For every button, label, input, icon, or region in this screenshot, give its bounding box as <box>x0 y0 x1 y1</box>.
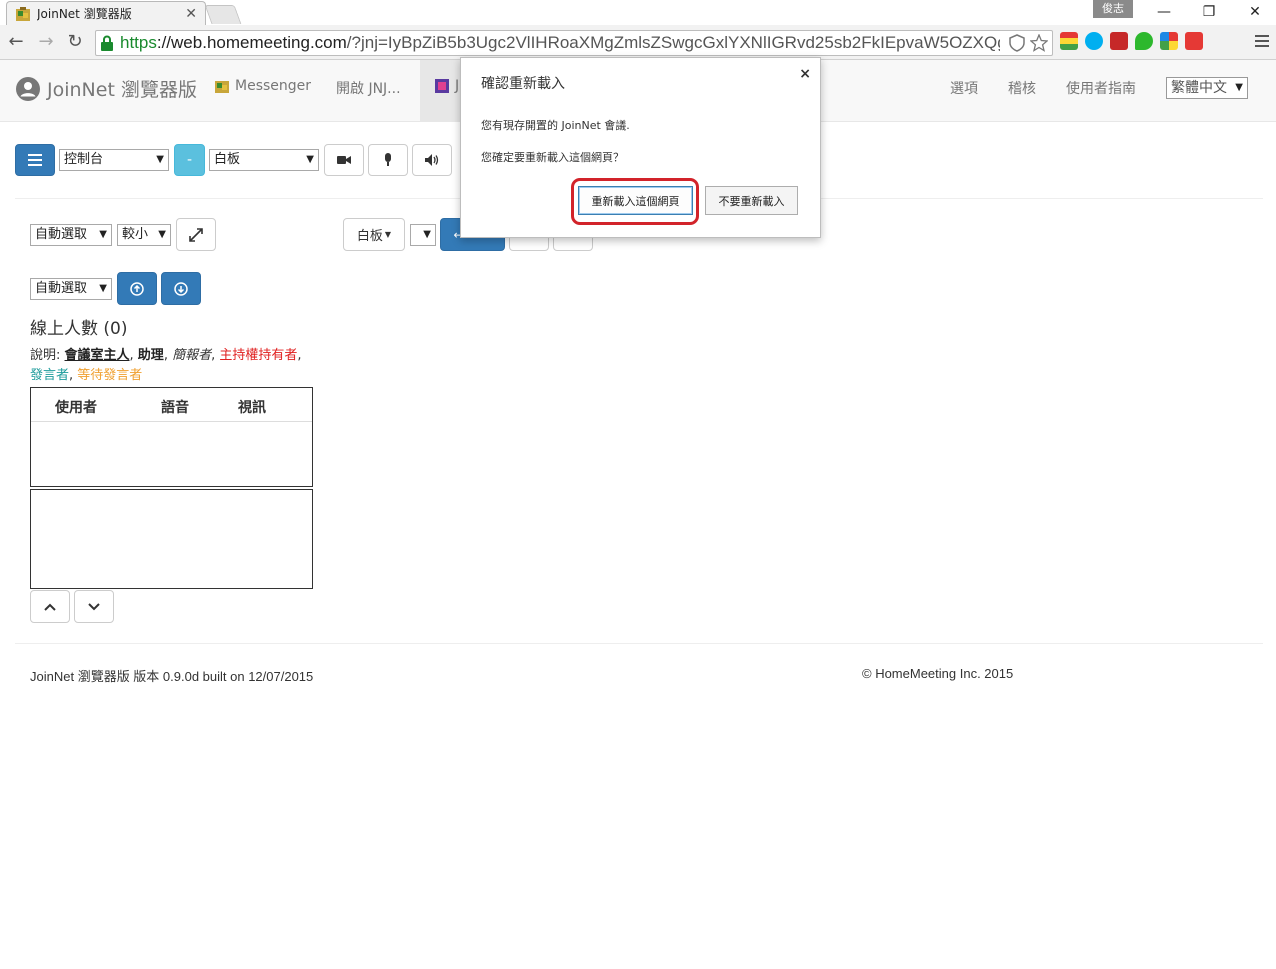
microphone-button[interactable] <box>368 144 408 176</box>
browser-tabstrip: JoinNet 瀏覽器版 ✕ 俊志 — ❐ ✕ <box>0 0 1276 25</box>
forward-icon[interactable]: → <box>35 31 57 53</box>
hamburger-icon <box>28 154 42 166</box>
video-button[interactable] <box>324 144 364 176</box>
confirm-reload-dialog: 確認重新載入 × 您有現存開置的 JoinNet 會議. 您確定要重新載入這個網… <box>460 57 821 238</box>
expand-icon <box>189 227 203 242</box>
dropdown-arrow-icon: ▼ <box>306 154 314 165</box>
dialog-close-icon[interactable]: × <box>799 66 811 82</box>
window-close-icon[interactable]: ✕ <box>1244 2 1266 22</box>
nav-messenger[interactable]: Messenger <box>214 78 311 94</box>
auto-select-2[interactable]: 自動選取 ▼ <box>30 278 112 300</box>
app-icon <box>435 79 449 93</box>
col-voice: 語音 <box>161 400 189 416</box>
profile-badge[interactable]: 俊志 <box>1093 0 1133 18</box>
size-select[interactable]: 較小 ▼ <box>117 224 171 246</box>
dropdown-arrow-icon: ▼ <box>423 229 431 240</box>
minimize-icon[interactable]: — <box>1153 2 1175 22</box>
browser-tab[interactable]: JoinNet 瀏覽器版 ✕ <box>6 1 206 25</box>
reload-page-button[interactable]: 重新載入這個網頁 <box>578 186 693 215</box>
dropdown-arrow-icon: ▼ <box>99 283 107 294</box>
shield-icon[interactable] <box>1008 34 1026 52</box>
whiteboard-dropdown-button[interactable]: 白板 ▼ <box>343 218 405 251</box>
caret-icon: ▼ <box>384 230 392 239</box>
chevron-down-icon <box>88 602 100 610</box>
brand[interactable]: JoinNet 瀏覽器版 <box>16 75 197 102</box>
speaker-button[interactable] <box>412 144 452 176</box>
table-header: 使用者 語音 視訊 <box>31 388 312 422</box>
dropdown-arrow-icon: ▼ <box>1235 82 1243 93</box>
stay-button[interactable]: 不要重新載入 <box>705 186 798 215</box>
scroll-down-button[interactable] <box>74 590 114 623</box>
video-camera-icon <box>337 156 351 164</box>
bookmark-star-icon[interactable] <box>1030 34 1048 52</box>
collapse-button[interactable]: - <box>174 144 205 176</box>
book-icon[interactable] <box>1110 32 1128 50</box>
col-video: 視訊 <box>238 400 266 416</box>
online-count-title: 線上人數 (0) <box>30 319 128 339</box>
dropdown-arrow-icon: ▼ <box>158 229 166 240</box>
chat-bubble-icon[interactable] <box>1135 32 1153 50</box>
extension-icon[interactable] <box>1060 32 1078 50</box>
messenger-icon <box>215 81 229 93</box>
role-legend: 說明: 會議室主人, 助理, 簡報者, 主持權持有者, 發言者, 等待發言者 <box>30 348 302 383</box>
arrow-up-circle-icon <box>130 281 144 296</box>
skype-icon[interactable] <box>1085 32 1103 50</box>
brand-text: JoinNet 瀏覽器版 <box>47 79 197 101</box>
browser-toolbar: ← → ↻ https://web.homemeeting.com/?jnj=I… <box>0 25 1276 60</box>
menu-button[interactable] <box>15 144 55 176</box>
arrow-down-circle-icon <box>174 281 188 296</box>
restore-icon[interactable]: ❐ <box>1198 2 1220 22</box>
scroll-up-button[interactable] <box>30 590 70 623</box>
reload-icon[interactable]: ↻ <box>64 31 86 53</box>
whiteboard-select[interactable]: 白板 ▼ <box>209 149 319 171</box>
nav-user-guide[interactable]: 使用者指南 <box>1066 78 1136 98</box>
col-user: 使用者 <box>55 400 97 416</box>
nav-partial-tab[interactable]: J <box>434 78 459 94</box>
copyright: © HomeMeeting Inc. 2015 <box>862 666 1014 681</box>
browser-menu-icon[interactable] <box>1254 32 1270 50</box>
extensions-bar <box>1060 32 1203 50</box>
fullscreen-button[interactable] <box>176 218 216 251</box>
url-text: https://web.homemeeting.com/?jnj=IyBpZiB… <box>120 33 1000 52</box>
upload-button[interactable] <box>117 272 157 305</box>
nav-audit[interactable]: 稽核 <box>1008 78 1036 98</box>
console-select[interactable]: 控制台 ▼ <box>59 149 169 171</box>
new-tab-button[interactable] <box>204 5 242 24</box>
user-table: 使用者 語音 視訊 <box>30 387 313 487</box>
tab-title: JoinNet 瀏覽器版 <box>37 7 132 21</box>
dropdown-arrow-icon: ▼ <box>156 154 164 165</box>
dropdown-arrow-icon: ▼ <box>99 229 107 240</box>
pdf-icon[interactable] <box>1185 32 1203 50</box>
dialog-message-2: 您確定要重新載入這個網頁？ <box>481 151 624 164</box>
footer-divider <box>15 643 1263 644</box>
version-info: JoinNet 瀏覽器版 版本 0.9.0d built on 12/07/20… <box>30 669 314 684</box>
nav-open-jnj[interactable]: 開啟 JNJ... <box>336 78 401 98</box>
auto-select-1[interactable]: 自動選取 ▼ <box>30 224 112 246</box>
microphone-icon <box>385 153 391 166</box>
back-icon[interactable]: ← <box>5 31 27 53</box>
speaker-icon <box>425 154 439 166</box>
dialog-message-1: 您有現存開置的 JoinNet 會議. <box>481 119 630 132</box>
user-avatar-icon <box>16 76 40 101</box>
chrome-extension-icon[interactable] <box>1160 32 1178 50</box>
chevron-up-icon <box>44 603 56 611</box>
lock-icon <box>101 35 113 51</box>
tab-close-icon[interactable]: ✕ <box>185 6 197 22</box>
language-select[interactable]: 繁體中文 ▼ <box>1166 77 1248 99</box>
nav-options[interactable]: 選項 <box>950 78 978 98</box>
joinnet-favicon-icon <box>16 6 30 21</box>
chat-box[interactable] <box>30 489 313 589</box>
page-select[interactable]: ▼ <box>410 224 436 246</box>
download-button[interactable] <box>161 272 201 305</box>
dialog-title: 確認重新載入 <box>481 76 565 92</box>
address-bar[interactable]: https://web.homemeeting.com/?jnj=IyBpZiB… <box>95 30 1053 56</box>
